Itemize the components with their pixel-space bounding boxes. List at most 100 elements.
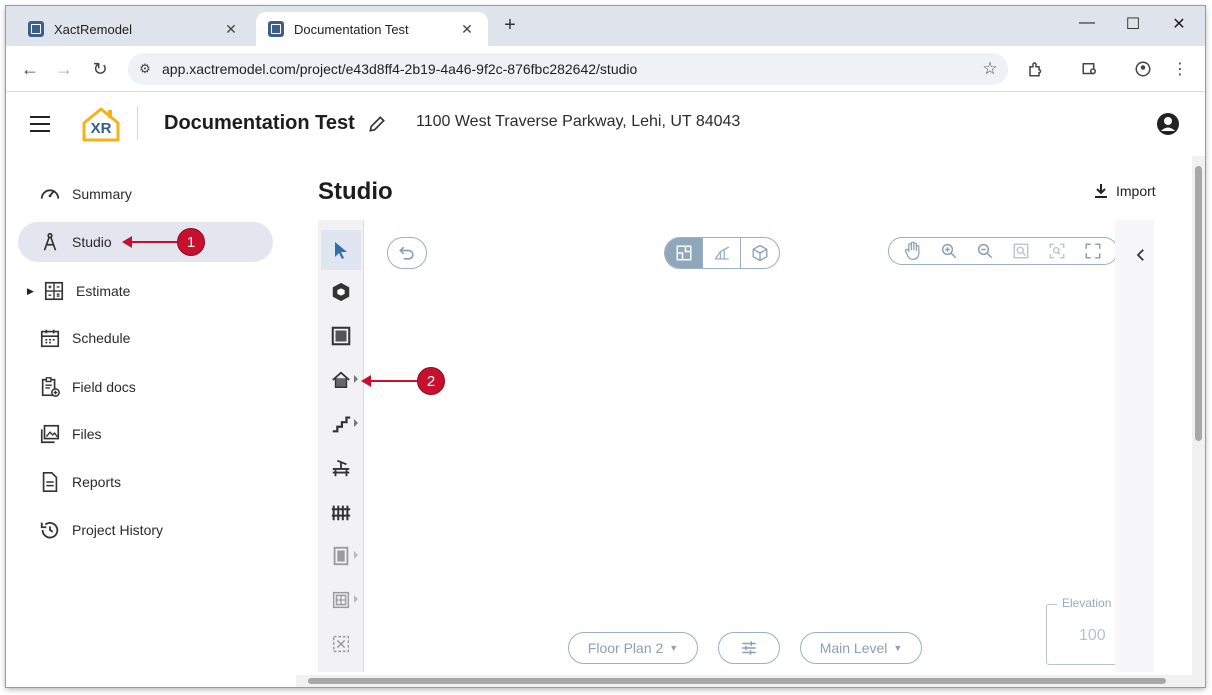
calculator-icon — [42, 279, 66, 303]
zoom-in-button[interactable] — [931, 238, 967, 264]
fullscreen-button[interactable] — [1075, 238, 1111, 264]
compass-icon — [38, 230, 62, 254]
sidebar-item-label: Field docs — [72, 379, 136, 395]
extensions-icon[interactable] — [1024, 57, 1048, 81]
undo-button[interactable] — [387, 237, 427, 269]
reload-icon[interactable]: ↻ — [88, 57, 112, 81]
browser-toolbar: ← → ↻ ⚙ app.xactremodel.com/project/e43d… — [6, 46, 1205, 92]
stairs-icon — [332, 416, 351, 433]
expand-caret-icon[interactable]: ▶ — [27, 286, 34, 297]
floor-settings-button[interactable] — [718, 632, 780, 664]
elevation-value[interactable]: 100 — [1079, 627, 1106, 645]
elevation-view-button[interactable] — [703, 238, 741, 268]
browser-window: XactRemodel ✕ Documentation Test ✕ + — ☐… — [6, 6, 1205, 687]
door-tool[interactable] — [321, 536, 361, 576]
back-icon[interactable]: ← — [18, 57, 42, 81]
menu-kebab-icon[interactable]: ⋮ — [1168, 57, 1192, 81]
account-circle-icon[interactable] — [1156, 112, 1180, 136]
logo-text: XR — [90, 120, 112, 137]
import-button[interactable]: Import — [1094, 183, 1156, 199]
sidebar-item-reports[interactable]: Reports — [18, 462, 273, 502]
profile-icon[interactable] — [1131, 57, 1155, 81]
callout-arrow — [361, 375, 419, 387]
chevron-left-icon[interactable] — [1132, 246, 1150, 264]
window-icon — [332, 591, 350, 609]
horizontal-scrollbar[interactable] — [296, 675, 1192, 687]
floor-plan-select[interactable]: Floor Plan 2 ▼ — [568, 632, 698, 664]
project-title: Documentation Test — [164, 112, 355, 134]
callout-badge: 1 — [177, 228, 205, 256]
tab-search-icon[interactable] — [1078, 57, 1102, 81]
pencil-edit-icon[interactable] — [367, 114, 387, 134]
sidebar-item-estimate[interactable]: ▶ Estimate — [18, 271, 273, 311]
download-icon — [1095, 184, 1107, 198]
xactremodel-logo[interactable]: XR — [80, 104, 122, 144]
fence-tool[interactable] — [321, 492, 361, 532]
object-tool[interactable] — [321, 272, 361, 312]
level-select[interactable]: Main Level ▼ — [800, 632, 922, 664]
minimize-icon[interactable]: — — [1072, 14, 1102, 32]
sidebar-item-files[interactable]: Files — [18, 414, 273, 454]
sidebar-item-label: Files — [72, 426, 102, 442]
dropdown-caret-icon: ▼ — [669, 643, 679, 653]
cursor-icon — [335, 242, 347, 259]
level-label: Main Level — [819, 640, 888, 656]
tab-label: XactRemodel — [54, 21, 133, 37]
url-text[interactable]: app.xactremodel.com/project/e43d8ff4-2b1… — [162, 61, 972, 77]
floor-plan-view-button[interactable] — [665, 238, 703, 268]
new-tab-icon[interactable]: + — [498, 14, 522, 37]
browser-tab-documentation-test[interactable]: Documentation Test ✕ — [256, 12, 488, 46]
hand-icon — [904, 241, 920, 260]
3d-view-button[interactable] — [741, 238, 779, 268]
submenu-caret-icon — [354, 595, 358, 603]
box-icon — [332, 282, 350, 302]
forward-icon[interactable]: → — [52, 57, 76, 81]
browser-tab-xactremodel[interactable]: XactRemodel ✕ — [16, 12, 252, 46]
xactremodel-favicon-icon — [28, 21, 44, 37]
close-window-icon[interactable]: ✕ — [1164, 14, 1194, 34]
view-mode-toggle — [664, 237, 780, 269]
tool-rail — [318, 220, 364, 672]
site-settings-icon[interactable]: ⚙ — [128, 61, 162, 77]
submenu-caret-icon — [354, 375, 358, 383]
sidebar-item-schedule[interactable]: Schedule — [18, 318, 273, 358]
sidebar-item-project-history[interactable]: Project History — [18, 510, 273, 550]
hamburger-menu-icon[interactable] — [30, 116, 50, 132]
vertical-scrollbar-thumb[interactable] — [1195, 166, 1202, 441]
sliders-icon — [742, 641, 756, 655]
zoom-extents-button[interactable] — [1039, 238, 1075, 264]
vertical-scrollbar[interactable] — [1192, 156, 1205, 687]
sidebar-item-summary[interactable]: Summary — [18, 174, 273, 214]
stairs-tool[interactable] — [321, 404, 361, 444]
zoom-fit-icon — [1049, 243, 1065, 259]
images-icon — [38, 422, 62, 446]
horizontal-scrollbar-thumb[interactable] — [308, 678, 1166, 684]
studio-workspace: Floor Plan 2 ▼ Main Level ▼ Elevation 10… — [318, 220, 1154, 672]
deck-tool[interactable] — [321, 448, 361, 488]
sidebar-item-label: Studio — [72, 234, 112, 250]
close-icon[interactable]: ✕ — [222, 21, 240, 38]
pan-button[interactable] — [895, 238, 931, 264]
window-tool[interactable] — [321, 580, 361, 620]
page-title: Studio — [318, 178, 393, 205]
fence-icon — [331, 505, 351, 521]
drawing-canvas[interactable]: Floor Plan 2 ▼ Main Level ▼ Elevation 10… — [365, 220, 1142, 672]
close-icon[interactable]: ✕ — [458, 21, 476, 38]
bookmark-star-icon[interactable]: ☆ — [972, 59, 1008, 79]
zoom-out-button[interactable] — [967, 238, 1003, 264]
address-bar[interactable]: ⚙ app.xactremodel.com/project/e43d8ff4-2… — [128, 53, 1008, 85]
dropdown-caret-icon: ▼ — [893, 643, 903, 653]
select-tool[interactable] — [321, 230, 361, 270]
roof-tool[interactable] — [321, 360, 361, 400]
maximize-icon[interactable]: ☐ — [1118, 14, 1148, 34]
opening-icon — [332, 635, 350, 653]
fullscreen-icon — [1085, 243, 1101, 259]
import-label: Import — [1116, 183, 1156, 199]
opening-tool[interactable] — [321, 624, 361, 664]
sidebar-item-field-docs[interactable]: Field docs — [18, 367, 273, 407]
elevation-label: Elevation — [1057, 596, 1117, 610]
canvas-zoom-controls — [888, 237, 1118, 265]
zoom-to-selection-button[interactable] — [1003, 238, 1039, 264]
room-tool[interactable] — [321, 316, 361, 356]
undo-icon — [399, 246, 414, 260]
